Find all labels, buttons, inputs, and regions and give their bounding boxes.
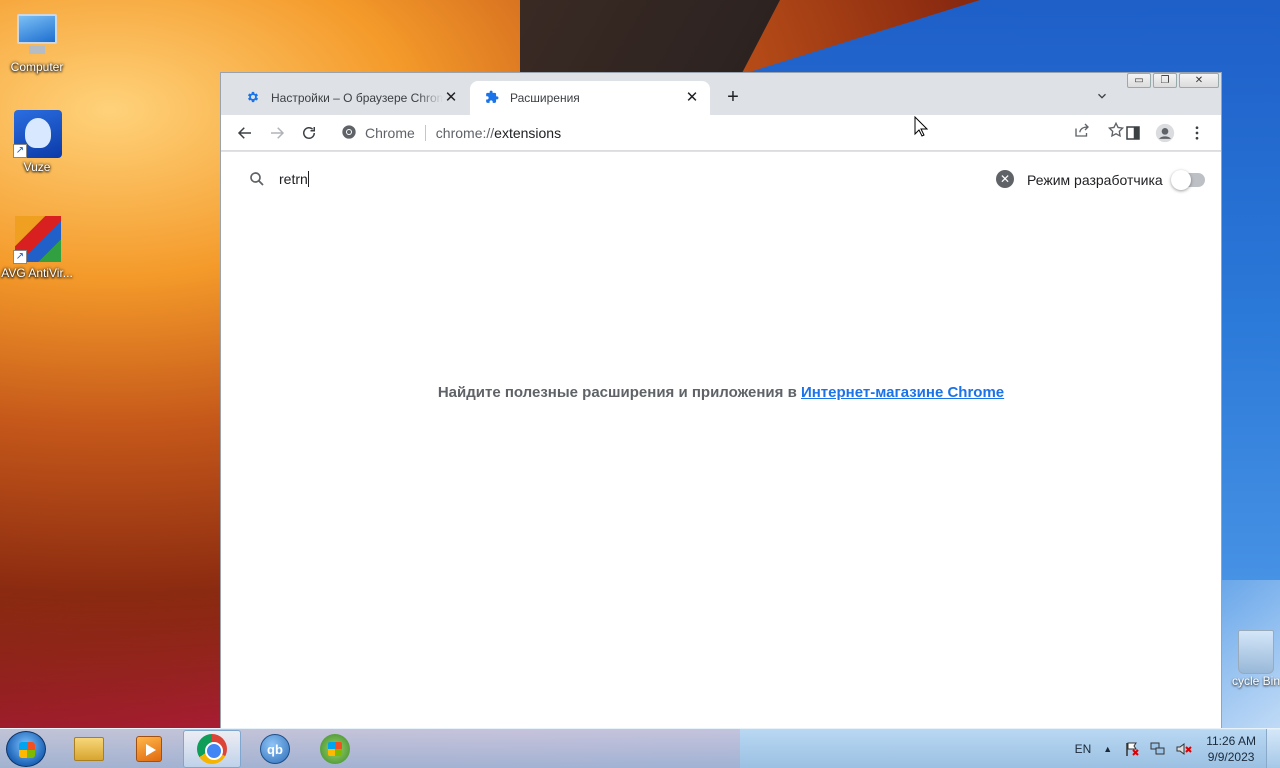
taskbar-item-explorer[interactable] xyxy=(60,730,118,768)
tab-title: Расширения xyxy=(510,91,580,105)
mouse-cursor-icon xyxy=(914,115,929,143)
show-desktop-button[interactable] xyxy=(1266,729,1280,768)
vuze-icon: ↗ xyxy=(13,110,62,158)
windows-icon xyxy=(320,734,350,764)
tab-settings[interactable]: Настройки – О браузере Chrome ✕ xyxy=(231,81,469,115)
desktop-icon-recycle-bin[interactable]: cycle Bin xyxy=(1222,630,1280,688)
empty-state-message: Найдите полезные расширения и приложения… xyxy=(221,384,1221,401)
dev-mode-label: Режим разработчика xyxy=(1027,172,1163,188)
taskbar-item-chrome[interactable] xyxy=(183,730,241,768)
network-icon[interactable] xyxy=(1150,741,1166,757)
gear-icon xyxy=(245,90,261,106)
share-icon[interactable] xyxy=(1073,121,1091,144)
dev-mode-toggle[interactable] xyxy=(1171,170,1205,190)
url-text: chrome://extensions xyxy=(436,125,561,141)
taskbar-item-qbittorrent[interactable]: qb xyxy=(246,730,304,768)
empty-state-text: Найдите полезные расширения и приложения… xyxy=(437,384,797,401)
clock[interactable]: 11:26 AM 9/9/2023 xyxy=(1206,733,1256,765)
qbittorrent-icon: qb xyxy=(260,734,290,764)
puzzle-icon xyxy=(484,90,500,106)
tab-strip: Настройки – О браузере Chrome ✕ Расширен… xyxy=(221,81,1221,115)
reload-icon[interactable] xyxy=(297,121,321,145)
toggle-knob xyxy=(1171,170,1191,190)
desktop-icon-avg[interactable]: ↗ AVG AntiVir... xyxy=(0,216,74,281)
clear-search-icon[interactable]: ✕ xyxy=(996,170,1014,188)
browser-toolbar: Chrome chrome://extensions xyxy=(221,115,1221,151)
url-scheme: chrome:// xyxy=(435,125,495,141)
clock-date: 9/9/2023 xyxy=(1207,750,1255,764)
action-center-flag-icon[interactable] xyxy=(1124,741,1140,757)
folder-icon xyxy=(74,737,104,761)
extensions-toolbar: ✕ Режим разработчика xyxy=(221,152,1221,208)
divider xyxy=(424,125,426,141)
system-tray: EN ▲ 11:26 AM 9/9/2023 xyxy=(1075,729,1280,768)
forward-icon[interactable] xyxy=(265,121,289,145)
desktop-icon-label: cycle Bin xyxy=(1231,674,1280,688)
close-tab-icon[interactable]: ✕ xyxy=(443,90,459,106)
show-hidden-icons-icon[interactable]: ▲ xyxy=(1103,744,1112,754)
shortcut-arrow-icon: ↗ xyxy=(13,250,27,264)
volume-muted-icon[interactable] xyxy=(1176,741,1192,757)
url-path: extensions xyxy=(494,125,562,141)
tab-search-chevron-icon[interactable] xyxy=(1093,89,1111,107)
avg-icon: ↗ xyxy=(13,216,61,264)
taskbar-item-media-player[interactable] xyxy=(120,730,178,768)
text-caret xyxy=(308,171,309,187)
address-bar[interactable]: Chrome chrome://extensions xyxy=(331,119,1111,147)
extensions-page: ✕ Режим разработчика Найдите полезные ра… xyxy=(221,152,1221,728)
desktop-icon-label: Vuze xyxy=(23,160,51,174)
desktop-icon-label: Computer xyxy=(10,60,64,74)
tab-extensions[interactable]: Расширения ✕ xyxy=(470,81,710,115)
start-button[interactable] xyxy=(6,731,46,767)
shortcut-arrow-icon: ↗ xyxy=(13,144,27,158)
new-tab-button[interactable]: + xyxy=(721,86,745,110)
clock-time: 11:26 AM xyxy=(1206,734,1256,748)
side-panel-icon[interactable] xyxy=(1121,121,1145,145)
recycle-bin-icon xyxy=(1238,630,1274,674)
desktop-icon-label: AVG AntiVir... xyxy=(1,266,73,280)
chrome-icon xyxy=(197,734,227,764)
desktop-icon-computer[interactable]: Computer xyxy=(0,10,74,75)
taskbar-item-windows[interactable] xyxy=(306,730,364,768)
search-icon xyxy=(248,170,266,193)
chrome-logo-icon xyxy=(341,124,357,143)
search-extensions-input[interactable] xyxy=(279,168,879,190)
desktop-icon-vuze[interactable]: ↗ Vuze xyxy=(0,110,74,175)
web-store-link[interactable]: Интернет-магазине Chrome xyxy=(801,384,1004,401)
language-indicator[interactable]: EN xyxy=(1075,742,1092,756)
menu-kebab-icon[interactable] xyxy=(1185,121,1209,145)
origin-chip: Chrome xyxy=(365,125,415,141)
wallpaper-wedge xyxy=(520,0,780,75)
computer-icon xyxy=(13,10,61,58)
media-player-icon xyxy=(136,736,162,762)
profile-avatar-icon[interactable] xyxy=(1153,121,1177,145)
taskbar: qb EN ▲ 11:26 AM 9/9/2023 xyxy=(0,728,1280,768)
tab-title: Настройки – О браузере Chrome xyxy=(271,91,443,105)
chrome-window: ▭ ❐ ✕ Настройки – О браузере Chrome ✕ Ра… xyxy=(220,72,1222,728)
close-tab-icon[interactable]: ✕ xyxy=(684,90,700,106)
back-icon[interactable] xyxy=(233,121,257,145)
windows-logo-icon xyxy=(19,742,35,758)
